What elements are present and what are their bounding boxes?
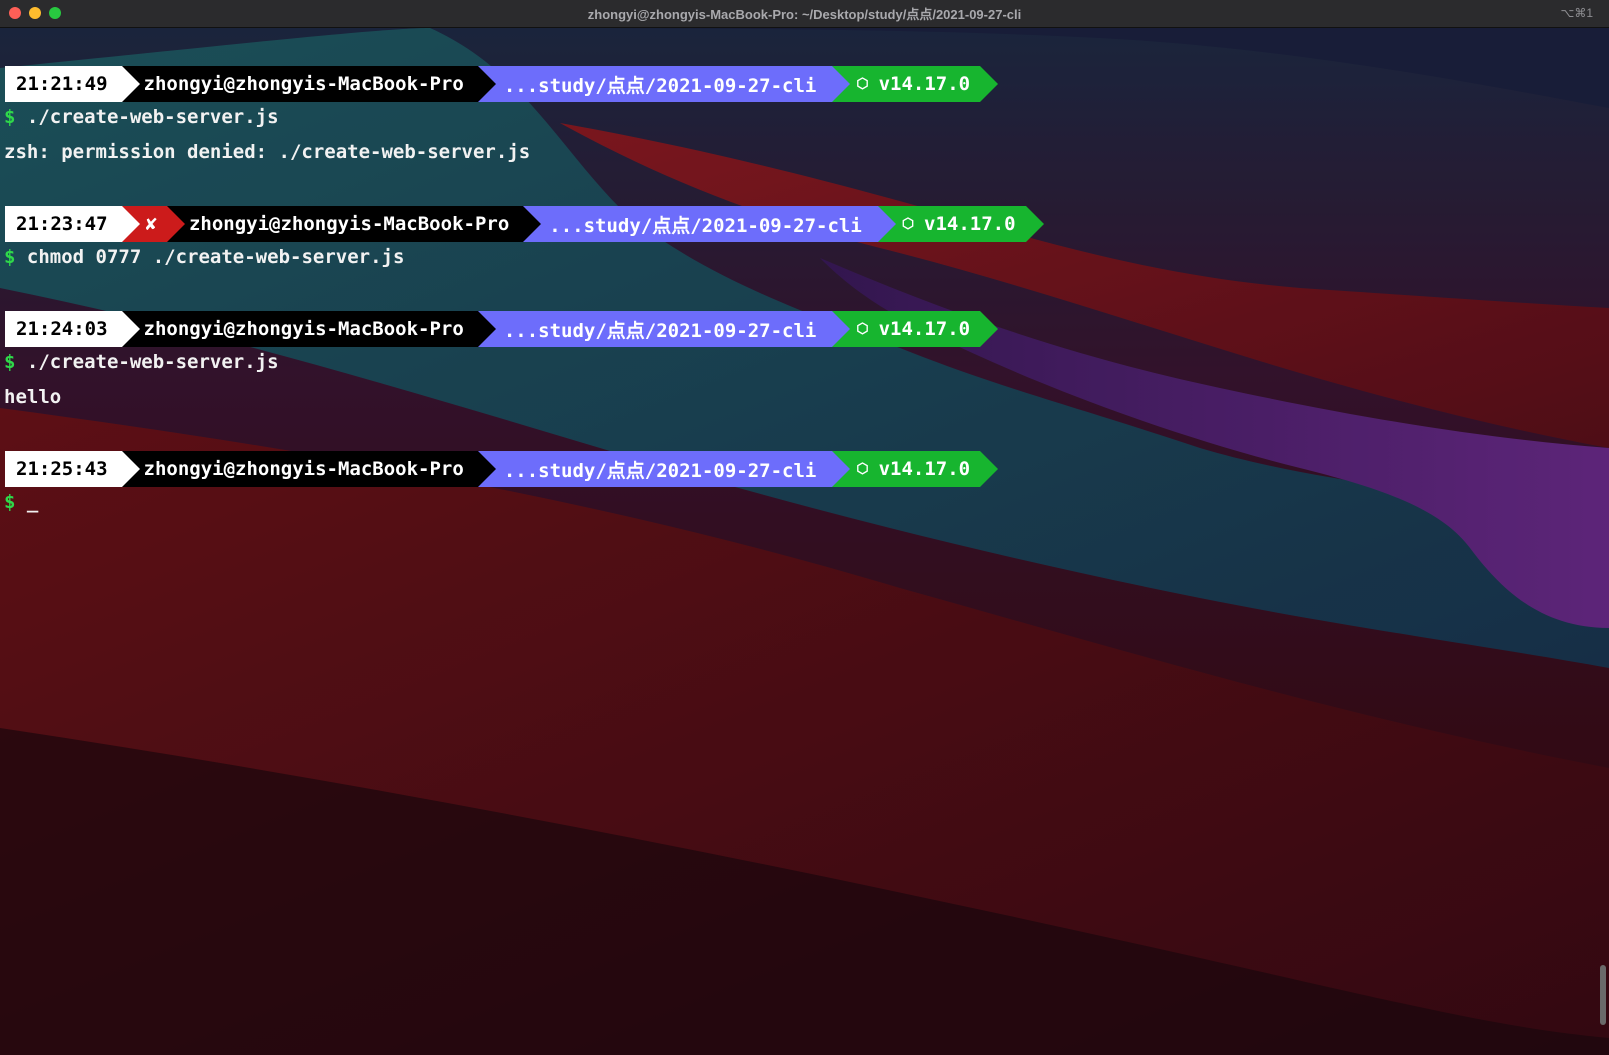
user-segment: zhongyi@zhongyis-MacBook-Pro bbox=[166, 206, 542, 242]
terminal-window[interactable]: zhongyi@zhongyis-MacBook-Pro: ~/Desktop/… bbox=[0, 0, 1609, 1055]
title-bar[interactable]: zhongyi@zhongyis-MacBook-Pro: ~/Desktop/… bbox=[0, 0, 1609, 28]
prompt-symbol: $ bbox=[4, 491, 16, 513]
node-segment: ⬡ v14.17.0 bbox=[832, 451, 999, 487]
node-segment: ⬡ v14.17.0 bbox=[877, 206, 1044, 242]
command-text: chmod 0777 ./create-web-server.js bbox=[26, 246, 405, 268]
prompt-user: zhongyi@zhongyis-MacBook-Pro bbox=[143, 73, 464, 95]
path-segment: ...study/点点/2021-09-27-cli bbox=[477, 451, 851, 487]
prompt-path: ...study/点点/2021-09-27-cli bbox=[503, 74, 817, 97]
path-segment: ...study/点点/2021-09-27-cli bbox=[477, 311, 851, 347]
prompt-line: 21:25:43 zhongyi@zhongyis-MacBook-Pro ..… bbox=[5, 451, 999, 487]
path-segment: ...study/点点/2021-09-27-cli bbox=[523, 206, 896, 242]
error-cross-icon: ✘ bbox=[145, 213, 157, 235]
prompt-line: 21:23:47 ✘ zhongyi@zhongyis-MacBook-Pro … bbox=[5, 206, 1044, 242]
text-cursor: _ bbox=[26, 491, 39, 513]
prompt-line: 21:24:03 zhongyi@zhongyis-MacBook-Pro ..… bbox=[5, 311, 999, 347]
command-line: $ ./create-web-server.js bbox=[4, 351, 279, 373]
node-hexagon-icon: ⬡ bbox=[856, 461, 869, 477]
node-version: v14.17.0 bbox=[924, 213, 1016, 235]
prompt-user: zhongyi@zhongyis-MacBook-Pro bbox=[143, 458, 464, 480]
prompt-symbol: $ bbox=[4, 106, 16, 128]
prompt-symbol: $ bbox=[4, 246, 16, 268]
prompt-time: 21:24:03 bbox=[16, 318, 108, 340]
command-text: ./create-web-server.js bbox=[26, 351, 279, 373]
tab-shortcut: ⌥⌘1 bbox=[1560, 6, 1593, 20]
minimize-button[interactable] bbox=[29, 7, 41, 19]
prompt-symbol: $ bbox=[4, 351, 16, 373]
prompt-line: 21:21:49 zhongyi@zhongyis-MacBook-Pro ..… bbox=[5, 66, 999, 102]
window-title: zhongyi@zhongyis-MacBook-Pro: ~/Desktop/… bbox=[587, 7, 1022, 22]
command-line: $ ./create-web-server.js bbox=[4, 106, 279, 128]
user-segment: zhongyi@zhongyis-MacBook-Pro bbox=[121, 451, 496, 487]
time-segment: 21:23:47 bbox=[5, 206, 140, 242]
command-text: ./create-web-server.js bbox=[26, 106, 279, 128]
node-segment: ⬡ v14.17.0 bbox=[832, 311, 999, 347]
time-segment: 21:21:49 bbox=[5, 66, 140, 102]
prompt-user: zhongyi@zhongyis-MacBook-Pro bbox=[143, 318, 464, 340]
maximize-button[interactable] bbox=[49, 7, 61, 19]
node-segment: ⬡ v14.17.0 bbox=[832, 66, 999, 102]
node-hexagon-icon: ⬡ bbox=[901, 216, 915, 232]
terminal-content[interactable]: 21:21:49 zhongyi@zhongyis-MacBook-Pro ..… bbox=[0, 28, 1590, 1055]
user-segment: zhongyi@zhongyis-MacBook-Pro bbox=[121, 66, 496, 102]
time-segment: 21:25:43 bbox=[5, 451, 140, 487]
close-button[interactable] bbox=[9, 7, 21, 19]
path-segment: ...study/点点/2021-09-27-cli bbox=[477, 66, 851, 102]
node-version: v14.17.0 bbox=[878, 318, 971, 340]
command-line-active[interactable]: $ _ bbox=[4, 491, 38, 513]
prompt-path: ...study/点点/2021-09-27-cli bbox=[549, 214, 862, 237]
node-version: v14.17.0 bbox=[878, 73, 971, 95]
user-segment: zhongyi@zhongyis-MacBook-Pro bbox=[121, 311, 496, 347]
output-line: zsh: permission denied: ./create-web-ser… bbox=[4, 141, 531, 163]
node-hexagon-icon: ⬡ bbox=[856, 321, 869, 337]
prompt-path: ...study/点点/2021-09-27-cli bbox=[503, 459, 817, 482]
prompt-user: zhongyi@zhongyis-MacBook-Pro bbox=[188, 213, 510, 235]
time-segment: 21:24:03 bbox=[5, 311, 140, 347]
prompt-time: 21:23:47 bbox=[16, 213, 108, 235]
prompt-time: 21:21:49 bbox=[16, 73, 108, 95]
node-hexagon-icon: ⬡ bbox=[856, 76, 869, 92]
scrollbar-thumb[interactable] bbox=[1600, 965, 1606, 1025]
prompt-time: 21:25:43 bbox=[16, 458, 108, 480]
node-version: v14.17.0 bbox=[878, 458, 971, 480]
output-line: hello bbox=[4, 386, 62, 408]
prompt-path: ...study/点点/2021-09-27-cli bbox=[503, 319, 817, 342]
command-line: $ chmod 0777 ./create-web-server.js bbox=[4, 246, 404, 268]
window-controls bbox=[9, 7, 61, 19]
